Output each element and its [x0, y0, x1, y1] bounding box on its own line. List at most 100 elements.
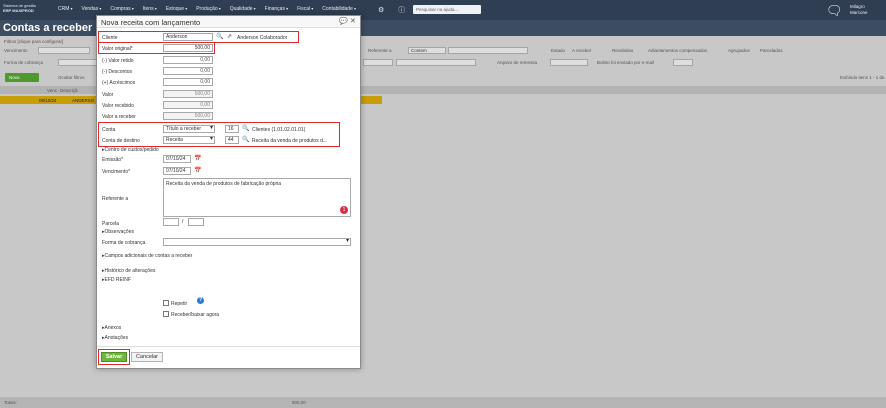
row-desc: ANDERSO [72, 98, 95, 103]
calendar-icon[interactable]: 📅 [194, 155, 201, 162]
question-icon[interactable]: ? [197, 297, 204, 304]
forma-cobranca-filter-select[interactable] [58, 59, 98, 66]
user-info[interactable]: Milagro Marcone [850, 4, 868, 16]
background-select[interactable] [363, 59, 393, 66]
estado-parcelados[interactable]: Parcelados [760, 48, 783, 53]
logo-line-2: ERP MAXIPROD [3, 8, 34, 13]
emissao-label: Emissão* [102, 157, 124, 163]
estado-recebidos[interactable]: Recebidos [612, 48, 633, 53]
repetir-label: Repetir [171, 301, 188, 307]
acrescimos-input[interactable]: 0,00 [163, 78, 213, 86]
vencimento-label: Vencimento* [102, 169, 131, 175]
menu-vendas[interactable]: Vendas [82, 6, 102, 12]
arquivo-remessa-label: Arquivo de remessa [497, 60, 538, 65]
menu-itens[interactable]: Itens [143, 6, 157, 12]
parcela-label: Parcela [102, 221, 119, 227]
col-venc-header[interactable]: Venc. [47, 88, 58, 93]
totais-value: 500,00 [292, 400, 306, 405]
referente-text: Receita da venda de produtos de fabricaç… [166, 181, 282, 187]
novo-button[interactable]: Novo [5, 73, 39, 82]
receber-agora-checkbox[interactable] [163, 311, 169, 317]
descontos-input[interactable]: 0,00 [163, 67, 213, 75]
observacoes-toggle[interactable]: Observações [102, 229, 134, 235]
acrescimos-label: (+) Acréscimos [102, 80, 136, 86]
menu-contabilidade[interactable]: Contabilidade [322, 6, 356, 12]
menu-qualidade[interactable]: Qualidade [230, 6, 256, 12]
valor-receber-label: Valor a receber [102, 114, 136, 120]
repetir-checkbox[interactable] [163, 300, 169, 306]
menu-financas[interactable]: Finanças [265, 6, 288, 12]
emissao-input[interactable]: 07/10/24 [163, 155, 191, 163]
highlight-valor-original [98, 42, 215, 54]
calendar-icon[interactable]: 📅 [194, 167, 201, 174]
efd-reinf-toggle[interactable]: EFD REINF [102, 277, 131, 283]
toolbar-icons: ⚙ ⓘ [378, 5, 405, 15]
valor-label: Valor [102, 92, 114, 98]
help-icon[interactable]: ⓘ [398, 7, 405, 14]
filters-label[interactable]: Filtros [clique para configurar] [4, 39, 63, 44]
row-date: 09/10/24 [39, 98, 57, 103]
menu-crm[interactable]: CRM [58, 6, 73, 12]
vencimento-filter-label: Vencimento [4, 48, 28, 53]
historico-toggle[interactable]: Histórico de alterações [102, 268, 156, 274]
parcela-number-input[interactable] [163, 218, 179, 226]
highlight-save [98, 349, 130, 365]
vencimento-filter-input[interactable] [38, 47, 90, 54]
referente-operator-select[interactable]: Contem [408, 47, 446, 54]
col-desc-header[interactable]: Descriçã [60, 88, 78, 93]
background-input[interactable] [396, 59, 476, 66]
centro-custos-toggle[interactable]: Centro de custos/pedido [102, 147, 159, 153]
gear-icon[interactable]: ⚙ [378, 7, 384, 14]
help-search-input[interactable]: Pesquisar na ajuda... [413, 5, 481, 14]
forma-cobranca-filter-label: Forma de cobrança [4, 60, 44, 65]
campos-adicionais-toggle[interactable]: Campos adicionais de contas a receber [102, 253, 193, 259]
parcela-total-input[interactable] [188, 218, 204, 226]
vencimento-input[interactable]: 07/10/24 [163, 167, 191, 175]
estado-a-receber[interactable]: A receber [572, 48, 591, 53]
menu-fiscal[interactable]: Fiscal [297, 6, 313, 12]
anotacoes-toggle[interactable]: Anotações [102, 335, 129, 341]
menu-producao[interactable]: Produção [196, 6, 221, 12]
valor-readonly: 500,00 [163, 90, 213, 98]
dialog-title: Nova receita com lançamento [101, 18, 201, 27]
valor-recebido-label: Valor recebido [102, 103, 134, 109]
menu-estoque[interactable]: Estoque [166, 6, 187, 12]
grammar-badge-icon[interactable]: 1 [340, 206, 348, 214]
valor-recebido-readonly: 0,00 [163, 101, 213, 109]
referente-filter-label: Referente a [368, 48, 392, 53]
receber-agora-label: Receber/baixar agora [171, 312, 220, 318]
main-menu: CRM Vendas Compras Itens Estoque Produçã… [58, 6, 356, 12]
close-icon[interactable]: ✕ [350, 17, 356, 25]
page-title: Contas a receber [3, 22, 93, 34]
dialog-header: Nova receita com lançamento 💬 ✕ [97, 16, 360, 28]
boleto-label: Boleto foi enviado por e-mail [597, 60, 655, 65]
parcela-separator: / [182, 219, 184, 225]
forma-cobranca-label: Forma de cobrança [102, 240, 146, 246]
referente-label: Referente a [102, 196, 129, 202]
estado-adiantamentos[interactable]: Adiantamentos compensados [648, 48, 707, 53]
descontos-label: (-) Descontos [102, 69, 133, 75]
cancel-button[interactable]: Cancelar [131, 352, 163, 362]
forma-cobranca-select[interactable] [163, 238, 351, 246]
user-name: Marcone [850, 10, 868, 15]
highlight-contas [98, 122, 340, 147]
boleto-select[interactable] [673, 59, 693, 66]
footer-divider [97, 346, 360, 347]
chat-bubble-icon[interactable]: 💬 [339, 17, 348, 25]
totais-label: Totais: [4, 400, 18, 405]
valor-retido-label: (-) Valor retido [102, 58, 134, 64]
ocultar-filtros-button[interactable]: Ocultar filtros [58, 75, 85, 80]
estado-agrupados[interactable]: Agrupados [728, 48, 750, 53]
exibindo-count: Exibindo itens 1 - 1 de [840, 75, 885, 80]
new-receivable-dialog: Nova receita com lançamento 💬 ✕ Cliente … [96, 15, 361, 369]
estado-label: Estado [551, 48, 566, 53]
referente-filter-input[interactable] [448, 47, 528, 54]
app-logo[interactable]: Sistema de gestão ERP MAXIPROD [3, 3, 53, 13]
arquivo-remessa-select[interactable] [550, 59, 588, 66]
valor-retido-input[interactable]: 0,00 [163, 56, 213, 64]
menu-compras[interactable]: Compras [110, 6, 133, 12]
valor-receber-readonly: 500,00 [163, 112, 213, 120]
referente-textarea[interactable]: Receita da venda de produtos de fabricaç… [163, 178, 351, 217]
anexos-toggle[interactable]: Anexos [102, 325, 122, 331]
chat-icon[interactable]: 🗨 [826, 3, 843, 19]
